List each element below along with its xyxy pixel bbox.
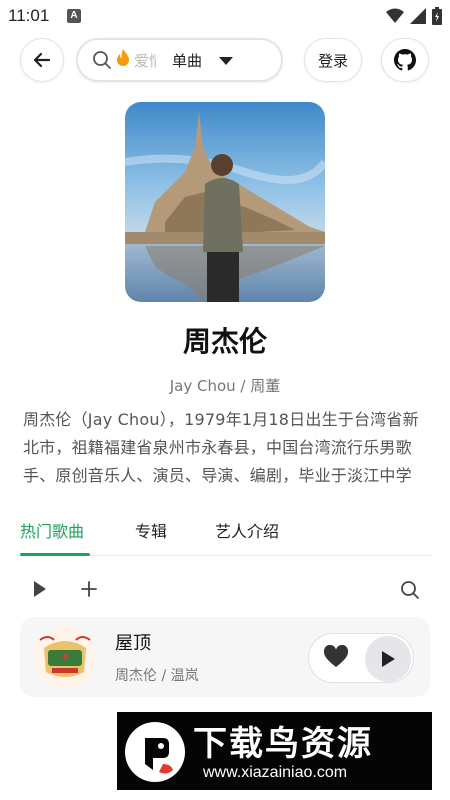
github-button[interactable] (381, 38, 429, 82)
artist-name: 周杰伦 (182, 325, 267, 358)
search-placeholder: 爱情 (134, 51, 156, 70)
notification-app-icon: A (67, 9, 81, 23)
heart-icon (323, 644, 349, 667)
like-button[interactable] (323, 644, 349, 673)
signal-icon (410, 8, 426, 24)
battery-icon (432, 7, 442, 25)
add-all-button[interactable] (80, 580, 98, 602)
play-icon (34, 581, 46, 597)
watermark-url: www.xiazainiao.com (203, 764, 348, 781)
fire-icon (116, 49, 130, 71)
plus-icon (81, 581, 97, 597)
artist-alias: Jay Chou / 周董 (169, 377, 281, 395)
song-cover (34, 626, 96, 688)
song-title: 屋顶 (115, 633, 151, 654)
status-bar: 11:01 A (0, 0, 450, 32)
status-time: 11:01 (8, 6, 50, 25)
search-icon (401, 581, 419, 599)
top-header: 爱情 单曲 登录 (0, 36, 450, 86)
song-play-button[interactable] (365, 636, 411, 682)
song-list-item[interactable]: 屋顶 周杰伦 / 温岚 (20, 617, 430, 697)
song-artist[interactable]: 周杰伦 / 温岚 (115, 665, 199, 685)
bird-logo-icon (125, 722, 185, 782)
status-indicators (386, 7, 442, 25)
tab-artist-intro[interactable]: 艺人介绍 (215, 518, 279, 542)
back-button[interactable] (20, 38, 64, 82)
tab-indicator (20, 553, 90, 556)
login-button[interactable]: 登录 (304, 38, 362, 82)
song-actions (308, 633, 414, 683)
play-icon (382, 651, 395, 667)
artist-bio[interactable]: 周杰伦（Jay Chou），1979年1月18日出生于台湾省新北市，祖籍福建省泉… (23, 406, 431, 490)
artist-photo (125, 102, 325, 302)
github-icon (394, 49, 416, 71)
caret-down-icon[interactable] (218, 51, 234, 70)
search-box[interactable]: 爱情 单曲 (76, 38, 283, 82)
tab-hot-songs[interactable]: 热门歌曲 (20, 518, 84, 542)
search-icon (93, 51, 111, 69)
watermark-text: 下载鸟资源 (193, 724, 373, 764)
song-list-toolbar (20, 576, 432, 606)
search-type-select[interactable]: 单曲 (172, 50, 202, 71)
watermark-banner: 下载鸟资源 www.xiazainiao.com (117, 712, 432, 790)
play-all-button[interactable] (32, 580, 48, 602)
artist-tabs: 热门歌曲 专辑 艺人介绍 (20, 510, 432, 556)
arrow-left-icon (33, 52, 51, 68)
song-search-button[interactable] (400, 580, 420, 604)
tab-albums[interactable]: 专辑 (135, 518, 167, 542)
wifi-icon (386, 8, 404, 23)
